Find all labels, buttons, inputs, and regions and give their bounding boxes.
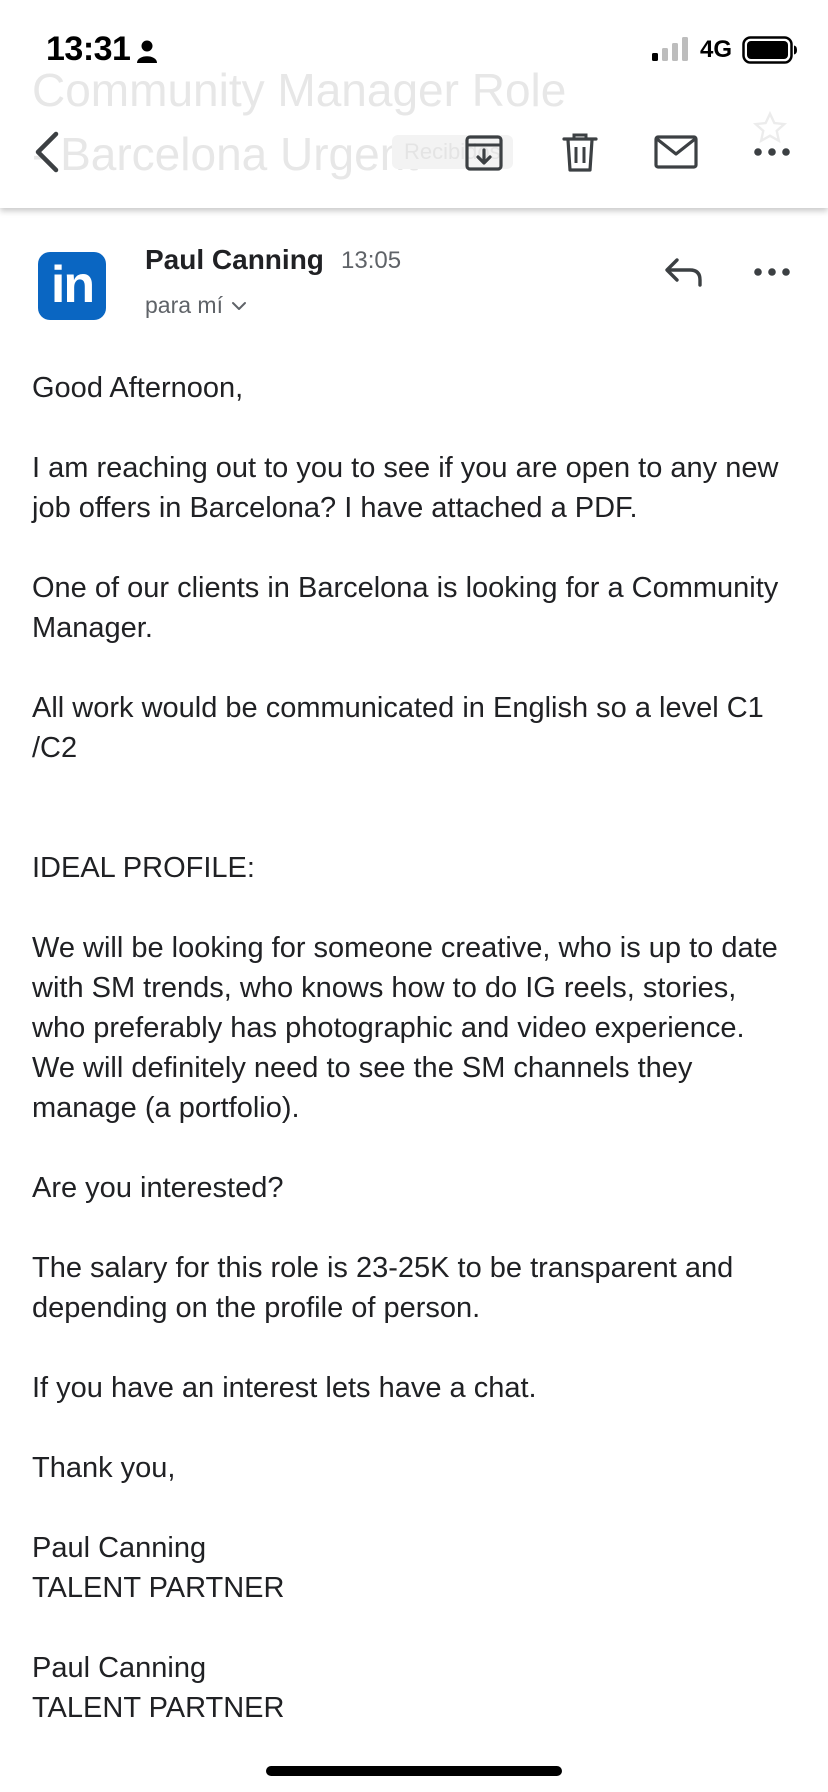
profile-heading: IDEAL PROFILE:	[32, 852, 255, 884]
signature-name: Paul Canning	[32, 1532, 207, 1564]
salary-paragraph: The salary for this role is 23-25K to be…	[32, 1252, 734, 1324]
more-icon	[754, 148, 790, 156]
archive-icon	[465, 135, 503, 171]
body-paragraph: We will be looking for someone creative,…	[32, 932, 778, 1124]
signature-block: Paul Canning TALENT PARTNER	[32, 1648, 792, 1728]
back-icon	[35, 131, 59, 173]
recipient-label: para mí	[145, 292, 223, 318]
mark-unread-icon	[654, 135, 698, 169]
archive-button[interactable]	[458, 126, 510, 178]
message-header: in Paul Canning 13:05 para mí	[0, 230, 828, 340]
body-paragraph: All work would be communicated in Englis…	[32, 692, 764, 764]
delete-icon	[562, 133, 598, 172]
signature-block: Paul Canning TALENT PARTNER	[32, 1528, 792, 1608]
person-icon	[137, 40, 157, 63]
signal-icon	[652, 37, 688, 61]
mark-unread-button[interactable]	[650, 126, 702, 178]
signature-title: TALENT PARTNER	[32, 1692, 285, 1724]
signature-name: Paul Canning	[32, 1652, 207, 1684]
body-paragraph: If you have an interest lets have a chat…	[32, 1372, 537, 1404]
recipient-details-toggle[interactable]: para mí	[145, 292, 247, 319]
reply-icon[interactable]	[660, 248, 708, 296]
delete-button[interactable]	[554, 126, 606, 178]
sender-name[interactable]: Paul Canning	[145, 244, 324, 276]
status-bar: 13:31 4G	[0, 0, 828, 100]
back-button[interactable]	[22, 126, 74, 178]
body-paragraph: One of our clients in Barcelona is looki…	[32, 572, 779, 644]
toolbar-more-button[interactable]	[746, 126, 798, 178]
network-type: 4G	[700, 36, 733, 63]
linkedin-avatar[interactable]: in	[38, 252, 106, 320]
status-time: 13:31	[46, 30, 131, 68]
message-time: 13:05	[341, 247, 402, 274]
body-paragraph: I am reaching out to you to see if you a…	[32, 452, 779, 524]
email-body: Good Afternoon, I am reaching out to you…	[32, 368, 792, 1768]
email-screen: Community Manager Role - Barcelona Urgen…	[0, 0, 828, 1792]
battery-icon	[742, 36, 797, 64]
greeting: Good Afternoon,	[32, 372, 244, 404]
more-icon[interactable]	[748, 252, 796, 292]
body-question: Are you interested?	[32, 1172, 284, 1204]
home-indicator[interactable]	[266, 1766, 562, 1776]
closing: Thank you,	[32, 1452, 176, 1484]
chevron-down-icon	[231, 301, 246, 310]
signature-title: TALENT PARTNER	[32, 1572, 285, 1604]
